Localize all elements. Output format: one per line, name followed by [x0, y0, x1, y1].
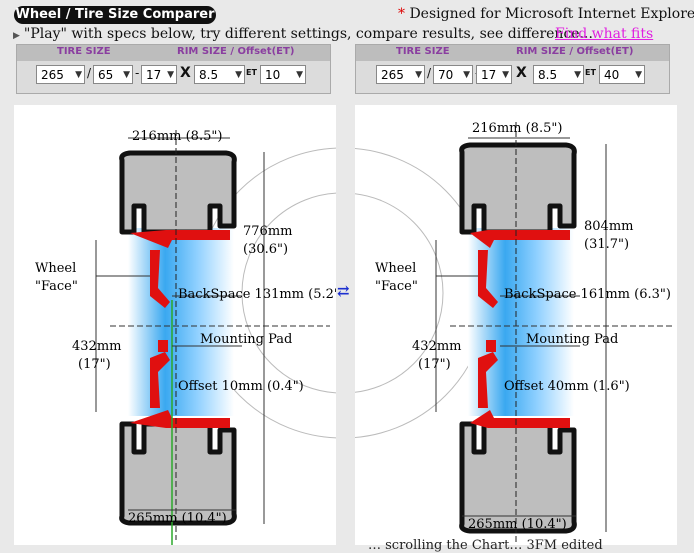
tire-bottom [119, 421, 237, 526]
bottom-width-label: 265mm (10.4") [128, 511, 227, 526]
wheel-diagram-left: 216mm (8.5") 776mm (30.6") Wheel "Face" … [35, 129, 488, 548]
wheel-face-label-2: "Face" [375, 279, 418, 294]
wheel-diagram-right: 216mm (8.5") 804mm (31.7") Wheel "Face" … [197, 121, 672, 545]
chevron-down-icon: ▼ [167, 70, 174, 80]
swap-arrows-icon[interactable]: ⇄ [337, 282, 350, 300]
rim-width-select[interactable]: 8.5 ▼ [194, 65, 245, 84]
spec-box-right: TIRE SIZE RIM SIZE / Offset(ET) 265 ▼ / 7… [355, 44, 670, 94]
aspect-ratio-value: 65 [98, 68, 114, 82]
mounting-pad-label: Mounting Pad [526, 332, 618, 347]
spec-header-right: TIRE SIZE RIM SIZE / Offset(ET) [356, 45, 669, 61]
bottom-partial-text: … scrolling the Chart… 3FM edited [368, 538, 603, 553]
bullet-triangle-icon: ▶ [13, 31, 20, 41]
x-separator: X [516, 65, 527, 81]
et-label: ET [246, 68, 257, 77]
rim-width-value: 8.5 [199, 68, 219, 82]
rim-diameter-value: 17 [481, 68, 497, 82]
chevron-down-icon: ▼ [502, 70, 509, 80]
mounting-pad-red [158, 340, 168, 352]
backspace-label: BackSpace 131mm (5.2") [178, 287, 336, 302]
chevron-down-icon: ▼ [463, 70, 470, 80]
offset-label: Offset 40mm (1.6") [504, 379, 630, 394]
aspect-ratio-value: 70 [438, 68, 454, 82]
diameter-label-2: (30.6") [243, 242, 288, 257]
play-text: "Play" with specs below, try different s… [23, 26, 593, 42]
diameter-label-2: (31.7") [584, 237, 629, 252]
offset-value: 10 [265, 68, 281, 82]
mounting-pad-label: Mounting Pad [200, 332, 292, 347]
offset-select[interactable]: 10 ▼ [260, 65, 306, 84]
tire-width-select[interactable]: 265 ▼ [376, 65, 425, 84]
x-separator: X [180, 65, 191, 81]
spec-box-left: TIRE SIZE RIM SIZE / Offset(ET) 265 ▼ / 6… [16, 44, 331, 94]
chevron-down-icon: ▼ [296, 70, 303, 80]
find-what-fits-link[interactable]: Find what fits [555, 26, 653, 42]
rim-size-header: RIM SIZE / Offset(ET) [177, 46, 295, 57]
rim-size-header: RIM SIZE / Offset(ET) [516, 46, 634, 57]
designed-text: Designed for Microsoft Internet Explorer [409, 6, 694, 22]
diagram-panel-right: 216mm (8.5") 804mm (31.7") Wheel "Face" … [197, 105, 677, 545]
dash-separator: - [135, 66, 140, 80]
wheel-face-label-1: Wheel [35, 261, 76, 276]
chevron-down-icon: ▼ [235, 70, 242, 80]
top-width-label: 216mm (8.5") [132, 129, 222, 144]
rim-diameter-value: 17 [146, 68, 162, 82]
offset-label: Offset 10mm (0.4") [178, 379, 304, 394]
backspace-label: BackSpace 161mm (6.3") [504, 287, 671, 302]
chevron-down-icon: ▼ [574, 70, 581, 80]
rim-diameter-select[interactable]: 17 ▼ [476, 65, 512, 84]
tire-bottom [459, 421, 577, 534]
slash-separator: / [427, 66, 432, 80]
aspect-ratio-select[interactable]: 70 ▼ [433, 65, 473, 84]
bottom-width-label: 265mm (10.4") [468, 517, 567, 532]
wheel-face-label-1: Wheel [375, 261, 416, 276]
chevron-down-icon: ▼ [123, 70, 130, 80]
designed-star: * [398, 6, 405, 22]
offset-value: 40 [604, 68, 620, 82]
spec-header-left: TIRE SIZE RIM SIZE / Offset(ET) [17, 45, 330, 61]
tire-size-header: TIRE SIZE [57, 46, 111, 57]
chevron-down-icon: ▼ [75, 70, 82, 80]
play-instructions: ▶ "Play" with specs below, try different … [13, 26, 593, 42]
tire-width-select[interactable]: 265 ▼ [36, 65, 85, 84]
rim-size-label-1: 432mm [412, 339, 461, 354]
offset-select[interactable]: 40 ▼ [599, 65, 645, 84]
diameter-label-1: 804mm [584, 219, 633, 234]
mounting-pad-red [486, 340, 496, 352]
diagram-panel-left: 216mm (8.5") 776mm (30.6") Wheel "Face" … [14, 105, 488, 548]
rim-diameter-select[interactable]: 17 ▼ [141, 65, 177, 84]
wheel-face-label-2: "Face" [35, 279, 78, 294]
rim-width-value: 8.5 [538, 68, 558, 82]
chevron-down-icon: ▼ [635, 70, 642, 80]
tire-top [459, 142, 577, 235]
chevron-down-icon: ▼ [415, 70, 422, 80]
et-label: ET [585, 68, 596, 77]
rim-size-label-2: (17") [418, 357, 451, 372]
rim-size-label-1: 432mm [72, 339, 121, 354]
tire-width-value: 265 [41, 68, 64, 82]
aspect-ratio-select[interactable]: 65 ▼ [93, 65, 133, 84]
top-width-label: 216mm (8.5") [472, 121, 562, 136]
app-title: Wheel / Tire Size Comparer [14, 6, 216, 24]
designed-for-note: * Designed for Microsoft Internet Explor… [398, 6, 694, 22]
tire-size-header: TIRE SIZE [396, 46, 450, 57]
tire-width-value: 265 [381, 68, 404, 82]
rim-width-select[interactable]: 8.5 ▼ [533, 65, 584, 84]
slash-separator: / [87, 66, 92, 80]
tire-top [119, 150, 237, 235]
diameter-label-1: 776mm [243, 224, 292, 239]
rim-size-label-2: (17") [78, 357, 111, 372]
